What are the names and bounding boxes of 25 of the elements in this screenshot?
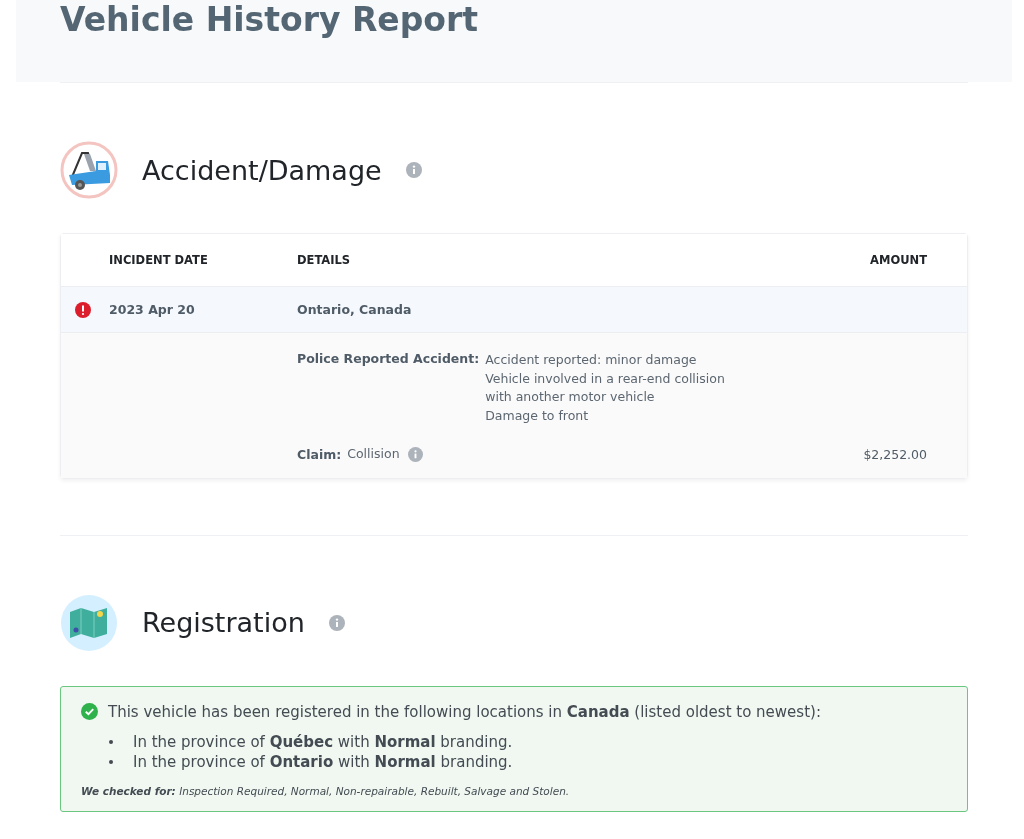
info-icon[interactable] [405,162,422,178]
info-icon[interactable] [328,614,345,631]
location-item: In the province of Ontario with Normal branding. [133,752,513,771]
detail-text: Accident reported: minor damage Vehicle involved in a rear-end collision with another motor vehicle Damage to front [485,351,725,425]
detail-label: Police Reported Accident: [297,351,480,366]
info-icon[interactable] [407,446,423,462]
amount: $2,252.00 [862,446,928,462]
map-icon [60,593,118,652]
registration-summary: This vehicle has been registered in the following locations in Canada (listed oldest to newest): [108,702,821,721]
bullet-icon [109,759,113,764]
page-title: Vehicle History Report [60,0,480,40]
incident-date: 2023 Apr 20 [109,302,196,317]
checked-for-note: We checked for: Inspection Required, Normal, Non-repairable, Rebuilt, Salvage and Stolen. [81,784,570,797]
bullet-icon [109,739,113,744]
column-header: INCIDENT DATE [109,253,209,267]
incident-location: Ontario, Canada [297,302,413,317]
location-item: In the province of Québec with Normal branding. [133,732,513,751]
section-title: Registration [142,607,305,638]
check-icon [81,703,98,720]
detail-label: Claim: [297,446,342,462]
tow-truck-icon [60,141,118,199]
section-title: Accident/Damage [142,154,382,186]
column-header: AMOUNT [869,253,928,267]
detail-text: Collision [347,445,400,463]
column-header: DETAILS [297,253,352,267]
